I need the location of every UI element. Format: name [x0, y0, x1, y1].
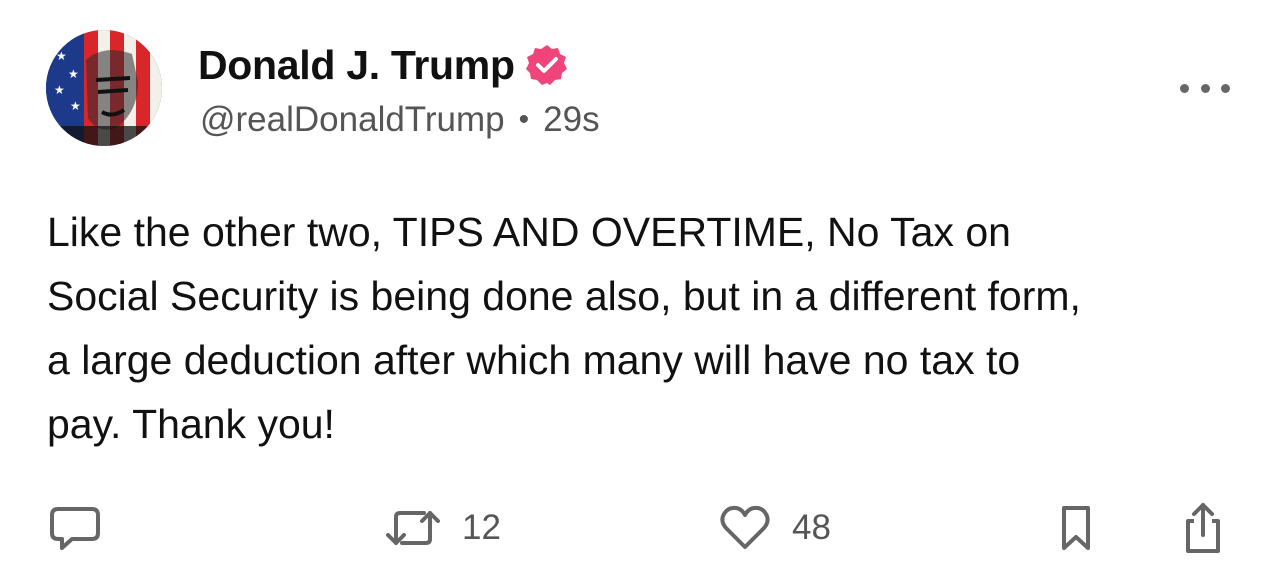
- action-bar: 12 48: [0, 500, 1280, 556]
- repost-button[interactable]: 12: [384, 500, 501, 556]
- reply-icon: [50, 507, 100, 550]
- more-dot: [1180, 83, 1189, 93]
- more-dot: [1200, 83, 1210, 93]
- post-card: ★ ★ ★ ★ Donald J. Trump @realDonaldTrump…: [0, 0, 1280, 577]
- author-name-row: Donald J. Trump: [198, 40, 569, 90]
- post-timestamp[interactable]: 29s: [543, 100, 599, 140]
- svg-text:★: ★: [70, 99, 81, 113]
- bookmark-icon: [1062, 506, 1090, 550]
- more-options-icon[interactable]: [1180, 78, 1230, 98]
- like-count: 48: [792, 508, 831, 547]
- more-dot: [1221, 83, 1230, 93]
- svg-text:★: ★: [54, 83, 65, 97]
- author-handle[interactable]: @realDonaldTrump: [200, 100, 505, 140]
- post-content: Like the other two, TIPS AND OVERTIME, N…: [47, 209, 1081, 447]
- heart-icon: [720, 505, 770, 549]
- avatar-image: ★ ★ ★ ★: [46, 30, 162, 146]
- repost-icon: [386, 511, 440, 545]
- meta-separator: •: [518, 103, 530, 136]
- repost-count: 12: [462, 508, 501, 547]
- reply-button[interactable]: [48, 500, 102, 556]
- svg-text:★: ★: [68, 67, 79, 81]
- verified-badge-icon: [525, 43, 569, 87]
- svg-text:★: ★: [56, 49, 67, 63]
- bookmark-button[interactable]: [1056, 500, 1096, 556]
- avatar[interactable]: ★ ★ ★ ★: [46, 30, 162, 146]
- like-button[interactable]: 48: [718, 500, 831, 556]
- author-display-name[interactable]: Donald J. Trump: [198, 42, 515, 89]
- author-meta: @realDonaldTrump • 29s: [200, 100, 600, 140]
- share-icon: [1186, 503, 1220, 553]
- share-button[interactable]: [1180, 500, 1226, 556]
